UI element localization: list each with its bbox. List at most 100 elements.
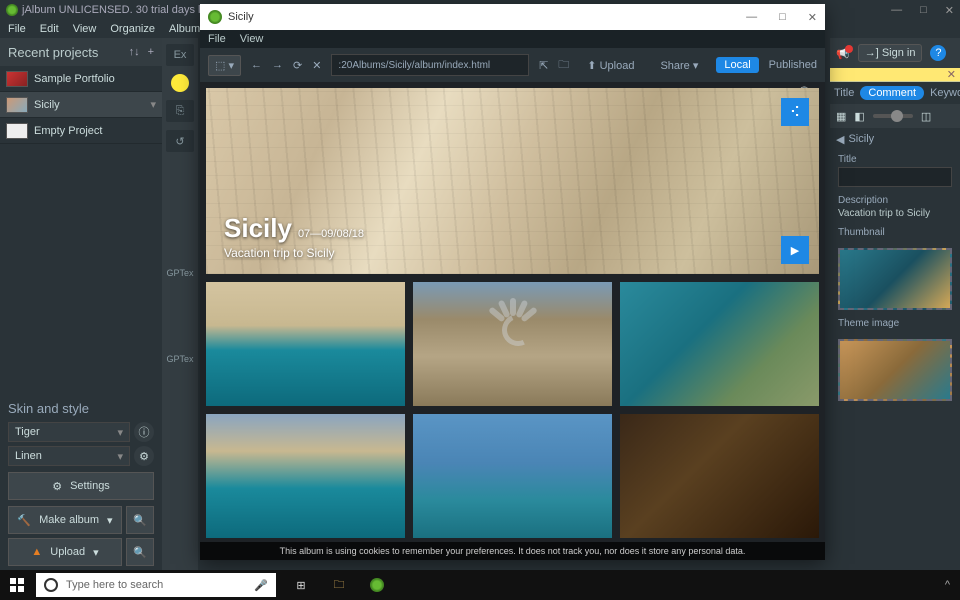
- skin-header: Skin and style: [8, 401, 154, 416]
- preview-maximize[interactable]: □: [779, 11, 786, 24]
- gallery-thumb[interactable]: [620, 414, 819, 538]
- project-name: Empty Project: [34, 125, 102, 137]
- description-label: Description: [838, 195, 952, 206]
- thumbnail-label: Thumbnail: [838, 227, 952, 238]
- strip-label: GPTex: [166, 268, 193, 278]
- make-label: Make album: [39, 514, 99, 526]
- minimize-button[interactable]: —: [891, 4, 902, 17]
- preview-menu-view[interactable]: View: [240, 33, 264, 45]
- tab-title[interactable]: Title: [834, 87, 854, 99]
- project-thumb: [6, 97, 28, 113]
- gear-icon: ⚙: [52, 480, 62, 493]
- selector-tool[interactable]: ⬚ ▾: [208, 55, 241, 76]
- preview-upload[interactable]: ⬆ Upload: [579, 57, 642, 74]
- share-button[interactable]: ⠪: [781, 98, 809, 126]
- cookie-notice: This album is using cookies to remember …: [200, 542, 825, 560]
- explore-tab[interactable]: Ex: [166, 44, 194, 66]
- project-item[interactable]: Empty Project: [0, 118, 162, 144]
- project-item[interactable]: Sicily ▾: [0, 92, 162, 118]
- sort-icon[interactable]: ↑↓: [129, 46, 140, 58]
- system-tray[interactable]: ^: [935, 579, 960, 591]
- preview-title: Sicily: [228, 11, 254, 23]
- back-icon[interactable]: ◀: [836, 133, 844, 146]
- make-album-button[interactable]: 🔨 Make album ▾: [8, 506, 122, 534]
- forward-button[interactable]: →: [272, 59, 283, 71]
- tip-icon[interactable]: [171, 74, 189, 92]
- add-project-icon[interactable]: +: [148, 46, 154, 58]
- menu-edit[interactable]: Edit: [40, 23, 59, 35]
- back-button[interactable]: ←: [251, 59, 262, 71]
- upload-label: Upload: [50, 546, 85, 558]
- folder-icon[interactable]: 🗀: [558, 56, 569, 75]
- skin-info-button[interactable]: ⓘ: [134, 422, 154, 442]
- strip-button[interactable]: ↺: [166, 130, 194, 152]
- title-input[interactable]: [838, 167, 952, 187]
- breadcrumb: Sicily: [848, 133, 874, 145]
- dropdown-icon: ▾: [107, 514, 113, 527]
- style-select[interactable]: Linen▾: [8, 446, 130, 466]
- upload-search-button[interactable]: 🔍: [126, 538, 154, 566]
- preview-app-icon: [208, 10, 222, 24]
- maximize-button[interactable]: □: [920, 4, 927, 17]
- tool-icon[interactable]: ▦: [836, 110, 846, 123]
- menu-view[interactable]: View: [73, 23, 97, 35]
- style-gear-button[interactable]: ⚙: [134, 446, 154, 466]
- gallery-thumb[interactable]: [413, 282, 612, 406]
- strip-label: GPTex: [166, 354, 193, 364]
- tool-icon[interactable]: ◫: [921, 110, 931, 123]
- theme-label: Theme image: [838, 318, 952, 329]
- stop-button[interactable]: ✕: [312, 59, 321, 72]
- upload-button[interactable]: ▲ Upload ▾: [8, 538, 122, 566]
- expand-icon[interactable]: ▾: [150, 98, 156, 111]
- tab-keywords[interactable]: Keywords: [930, 87, 960, 99]
- taskbar-explorer[interactable]: 🗀: [322, 570, 356, 600]
- taskbar-jalbum[interactable]: [360, 570, 394, 600]
- menu-album[interactable]: Album: [169, 23, 200, 35]
- gallery-thumb[interactable]: [206, 414, 405, 538]
- recent-projects-header: Recent projects: [8, 45, 98, 60]
- tab-comment[interactable]: Comment: [860, 86, 924, 100]
- hero-dates: 07—09/08/18: [298, 228, 364, 240]
- gallery-thumb[interactable]: [620, 282, 819, 406]
- tool-icon[interactable]: ◧: [854, 110, 864, 123]
- cortana-icon: [44, 578, 58, 592]
- theme-preview[interactable]: [838, 339, 952, 401]
- project-name: Sicily: [34, 99, 60, 111]
- project-name: Sample Portfolio: [34, 73, 115, 85]
- task-view-icon[interactable]: ⊞: [284, 570, 318, 600]
- open-external-icon[interactable]: ⇱: [539, 59, 548, 72]
- notification-bar[interactable]: ✕: [830, 68, 960, 82]
- play-button[interactable]: ▶: [781, 236, 809, 264]
- taskbar-search[interactable]: Type here to search 🎤: [36, 573, 276, 597]
- upload-icon: ▲: [31, 546, 42, 558]
- thumbnail-preview[interactable]: [838, 248, 952, 310]
- close-button[interactable]: ✕: [945, 4, 954, 17]
- published-tab[interactable]: Published: [769, 59, 817, 71]
- url-field[interactable]: :20Albums/Sicily/album/index.html: [331, 54, 529, 76]
- make-search-button[interactable]: 🔍: [126, 506, 154, 534]
- gallery-thumb[interactable]: [413, 414, 612, 538]
- menu-organize[interactable]: Organize: [110, 23, 155, 35]
- notification-icon[interactable]: 📢: [836, 47, 850, 60]
- hero-image[interactable]: ⠪ ▶ Sicily07—09/08/18 Vacation trip to S…: [206, 88, 819, 274]
- start-button[interactable]: [0, 570, 34, 600]
- preview-close[interactable]: ✕: [808, 11, 817, 24]
- gallery-thumb[interactable]: [206, 282, 405, 406]
- settings-button[interactable]: ⚙ Settings: [8, 472, 154, 500]
- help-button[interactable]: ?: [930, 45, 946, 61]
- preview-minimize[interactable]: —: [746, 11, 757, 24]
- strip-button[interactable]: ⎘: [166, 100, 194, 122]
- project-item[interactable]: Sample Portfolio: [0, 66, 162, 92]
- menu-file[interactable]: File: [8, 23, 26, 35]
- description-value[interactable]: Vacation trip to Sicily: [838, 208, 952, 219]
- signin-button[interactable]: →] Sign in: [858, 44, 923, 62]
- settings-label: Settings: [70, 480, 110, 492]
- mic-icon[interactable]: 🎤: [254, 579, 268, 592]
- preview-share[interactable]: Share ▾: [652, 57, 706, 74]
- local-tab[interactable]: Local: [716, 57, 758, 73]
- search-placeholder: Type here to search: [66, 579, 163, 591]
- reload-button[interactable]: ⟳: [293, 59, 302, 72]
- zoom-slider[interactable]: [873, 114, 913, 118]
- skin-select[interactable]: Tiger▾: [8, 422, 130, 442]
- preview-menu-file[interactable]: File: [208, 33, 226, 45]
